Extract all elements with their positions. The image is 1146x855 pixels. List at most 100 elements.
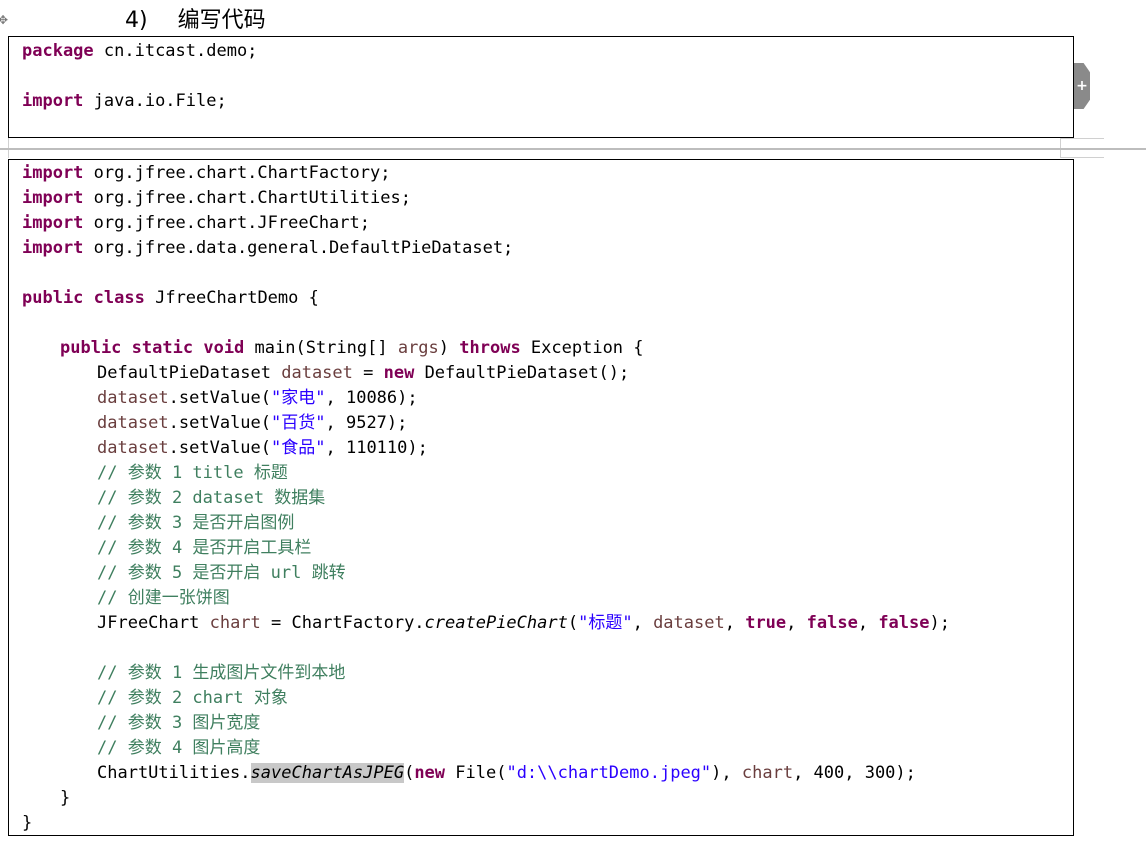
code-token: "标题" (578, 613, 633, 633)
code-line: import org.jfree.chart.ChartUtilities; (22, 186, 950, 211)
code-token: createPieChart (424, 613, 568, 633)
code-token: // 参数 1 生成图片文件到本地 (97, 663, 346, 683)
code-line: // 参数 4 图片高度 (22, 736, 950, 761)
code-token: import (22, 188, 84, 208)
code-token: DefaultPieDataset(); (414, 363, 630, 383)
code-line: // 参数 1 title 标题 (22, 461, 950, 486)
code-text: package cn.itcast.demo; import java.io.F… (22, 39, 257, 114)
code-token: , 400, 300); (793, 763, 916, 783)
code-line: // 参数 2 chart 对象 (22, 686, 950, 711)
code-token: false (878, 613, 930, 633)
code-token: throws (459, 338, 521, 358)
code-token: chart (741, 763, 794, 783)
code-line: // 参数 5 是否开启 url 跳转 (22, 561, 950, 586)
code-token: import (22, 163, 84, 183)
code-token: dataset (97, 388, 169, 408)
code-token: // 参数 2 dataset 数据集 (97, 488, 326, 508)
code-token: new (383, 363, 415, 383)
page-break-line (1060, 138, 1104, 139)
code-token: = ChartFactory. (260, 613, 425, 633)
code-token: ), (711, 763, 742, 783)
code-token: saveChartAsJPEG (250, 763, 405, 783)
code-token: .setValue( (168, 388, 272, 408)
code-token: JfreeChartDemo { (144, 288, 319, 308)
code-line: // 参数 1 生成图片文件到本地 (22, 661, 950, 686)
code-line: // 参数 4 是否开启工具栏 (22, 536, 950, 561)
code-token: , 10086); (325, 388, 418, 408)
code-token: class (93, 288, 145, 308)
code-line: // 参数 3 是否开启图例 (22, 511, 950, 536)
code-token: // 参数 5 是否开启 url 跳转 (97, 563, 346, 583)
section-title: 编写代码 (177, 8, 266, 33)
code-line: // 参数 3 图片宽度 (22, 711, 950, 736)
code-line: ChartUtilities.saveChartAsJPEG(new File(… (22, 761, 950, 786)
page-break-divider (0, 148, 1146, 150)
code-line: // 创建一张饼图 (22, 586, 950, 611)
code-line: package cn.itcast.demo; (22, 39, 257, 64)
code-token: java.io.File; (83, 91, 227, 111)
code-line: } (22, 811, 950, 836)
code-token: false (806, 613, 858, 633)
code-token: "家电" (271, 388, 326, 408)
code-token: Exception { (520, 338, 644, 358)
code-token: import (22, 91, 84, 111)
plus-icon: + (1076, 78, 1088, 94)
code-line: dataset.setValue("家电", 10086); (22, 386, 950, 411)
code-token: package (22, 41, 94, 61)
code-token: ( (404, 763, 415, 783)
code-token: DefaultPieDataset (97, 363, 282, 383)
code-token: // 参数 4 是否开启工具栏 (97, 538, 312, 558)
code-token: ); (929, 613, 950, 633)
code-token: = (352, 363, 384, 383)
code-token: ChartUtilities. (97, 763, 251, 783)
code-token: "百货" (271, 413, 326, 433)
move-handle-icon[interactable]: ✥ (0, 14, 10, 26)
code-token: import (22, 238, 84, 258)
code-token: // 参数 3 图片宽度 (97, 713, 261, 733)
code-token: // 参数 1 title 标题 (97, 463, 288, 483)
expand-panel-tab[interactable]: + (1074, 63, 1090, 109)
code-line: public class JfreeChartDemo { (22, 286, 950, 311)
code-line: JFreeChart chart = ChartFactory.createPi… (22, 611, 950, 636)
code-token: dataset (97, 438, 169, 458)
section-number: 4) (125, 8, 148, 33)
code-token: .setValue( (168, 413, 272, 433)
code-token: new (414, 763, 446, 783)
code-token: org.jfree.chart.ChartFactory; (83, 163, 391, 183)
code-line: DefaultPieDataset dataset = new DefaultP… (22, 361, 950, 386)
code-token: org.jfree.data.general.DefaultPieDataset… (83, 238, 514, 258)
code-token: ) (438, 338, 460, 358)
code-token: dataset (653, 613, 725, 633)
code-token: static (131, 338, 194, 358)
code-token: , 110110); (325, 438, 428, 458)
code-token: , (632, 613, 654, 633)
page-break-line (1060, 157, 1104, 158)
code-token: , (786, 613, 807, 633)
code-line: // 参数 2 dataset 数据集 (22, 486, 950, 511)
code-token: chart (209, 613, 261, 633)
code-token: public (22, 288, 84, 308)
code-token: "d:\\chartDemo.jpeg" (506, 763, 712, 783)
code-token: } (60, 788, 71, 808)
code-token: org.jfree.chart.ChartUtilities; (83, 188, 411, 208)
code-line: } (22, 786, 950, 811)
code-token: JFreeChart (97, 613, 210, 633)
code-line: dataset.setValue("食品", 110110); (22, 436, 950, 461)
code-token: import (22, 213, 84, 233)
code-token: public (60, 338, 122, 358)
code-token: // 参数 3 是否开启图例 (97, 513, 295, 533)
code-token: main(String[] (244, 338, 398, 358)
code-token: , 9527); (325, 413, 408, 433)
code-token: org.jfree.chart.JFreeChart; (83, 213, 370, 233)
code-token: // 参数 2 chart 对象 (97, 688, 288, 708)
code-line: import java.io.File; (22, 89, 257, 114)
code-line: dataset.setValue("百货", 9527); (22, 411, 950, 436)
code-block-imports: package cn.itcast.demo; import java.io.F… (8, 36, 1074, 138)
code-token: void (203, 338, 245, 358)
code-token: args (397, 338, 439, 358)
